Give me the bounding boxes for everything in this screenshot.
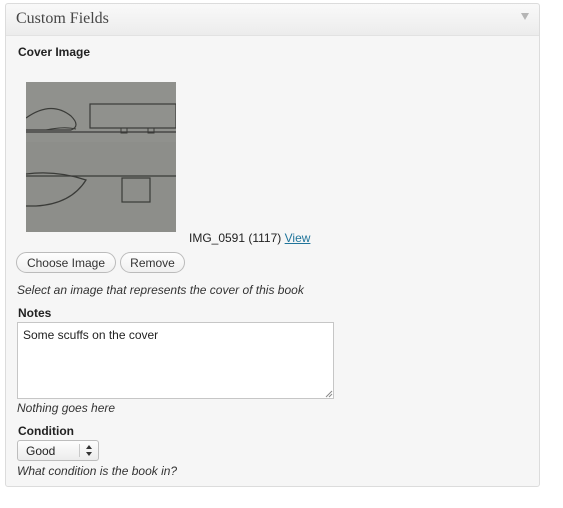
metabox-title: Custom Fields [16, 10, 109, 27]
condition-description: What condition is the book in? [17, 464, 178, 478]
notes-label: Notes [18, 306, 52, 320]
cover-image-thumbnail [26, 82, 176, 232]
choose-image-button[interactable]: Choose Image [16, 252, 116, 273]
notes-textarea[interactable]: Some scuffs on the cover [17, 322, 334, 399]
remove-image-button[interactable]: Remove [120, 252, 185, 273]
metabox-header[interactable]: Custom Fields [6, 4, 539, 36]
resize-grip-icon[interactable] [325, 390, 333, 398]
cover-image-description: Select an image that represents the cove… [17, 283, 304, 297]
image-caption: IMG_0591 (1117) View [189, 231, 310, 245]
image-filename: IMG_0591 (1117) [189, 231, 282, 245]
custom-fields-metabox: Custom Fields Cover Image IMG_0591 (1117… [5, 3, 540, 487]
updown-arrows-icon [86, 445, 92, 456]
condition-selected-value: Good [26, 444, 56, 458]
condition-label: Condition [18, 424, 74, 438]
cover-image-label: Cover Image [18, 45, 91, 59]
view-image-link[interactable]: View [285, 231, 311, 245]
notes-description: Nothing goes here [17, 401, 116, 415]
condition-select[interactable]: Good [17, 440, 99, 461]
select-divider [79, 444, 80, 457]
triangle-down-icon[interactable] [521, 13, 529, 20]
